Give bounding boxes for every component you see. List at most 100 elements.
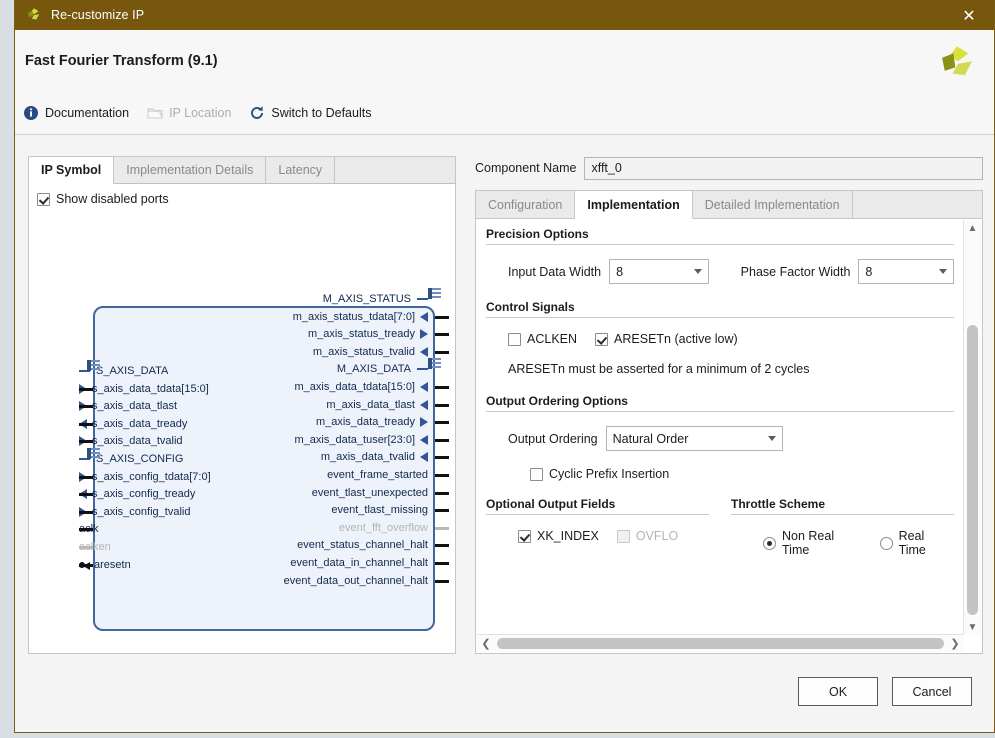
input-data-width-select[interactable]: 8 — [609, 259, 709, 284]
implementation-pane: Precision Options Input Data Width 8 Pha… — [476, 219, 982, 653]
symbol-port-label: s_axis_config_tdata[7:0] — [92, 470, 211, 483]
symbol-port-label: event_data_out_channel_halt — [283, 574, 428, 587]
symbol-port-label: S_AXIS_DATA — [96, 365, 169, 377]
tab-latency-label: Latency — [278, 163, 323, 177]
throttle-scheme-title: Throttle Scheme — [731, 497, 954, 515]
symbol-port-label: event_tlast_unexpected — [311, 486, 428, 499]
documentation-label: Documentation — [45, 106, 130, 120]
symbol-port-left: s_axis_config_tdata[7:0] — [79, 470, 211, 484]
implementation-pane-content: Precision Options Input Data Width 8 Pha… — [476, 219, 964, 635]
real-time-radio-row[interactable]: Real Time — [879, 529, 954, 557]
port-direction-icon — [420, 346, 428, 357]
symbol-port-label: event_frame_started — [327, 469, 428, 481]
cyclic-prefix-row: Cyclic Prefix Insertion — [486, 467, 954, 481]
ovflo-checkbox — [616, 529, 630, 543]
ovflo-label: OVFLO — [635, 529, 679, 543]
symbol-port-right: M_AXIS_STATUS — [323, 292, 428, 306]
symbol-port-label: M_AXIS_STATUS — [322, 293, 411, 305]
scroll-right-icon[interactable]: ❯ — [946, 637, 964, 650]
aresetn-checkbox-row[interactable]: ARESETn (active low) — [595, 332, 738, 346]
port-direction-icon — [420, 311, 428, 322]
symbol-port-label: event_status_channel_halt — [297, 539, 428, 552]
symbol-port-label: m_axis_status_tready — [308, 328, 415, 341]
symbol-port-label: s_axis_config_tvalid — [92, 505, 191, 518]
output-ordering-title: Output Ordering Options — [486, 394, 954, 412]
ovflo-checkbox-row: OVFLO — [616, 529, 679, 543]
cyclic-prefix-checkbox[interactable] — [530, 467, 543, 481]
phase-factor-width-select[interactable]: 8 — [858, 259, 954, 284]
horizontal-scroll-thumb[interactable] — [497, 638, 944, 649]
output-ordering-select[interactable]: Natural Order — [605, 426, 783, 451]
port-direction-icon — [420, 434, 428, 445]
precision-options-title: Precision Options — [486, 227, 954, 245]
input-data-width-value: 8 — [616, 264, 624, 279]
chevron-down-icon — [767, 436, 776, 441]
close-icon[interactable]: ✕ — [954, 0, 984, 30]
non-real-time-radio[interactable] — [763, 536, 776, 550]
throttle-scheme-group: Throttle Scheme Non Real Time Real Time — [731, 497, 954, 563]
aresetn-note: ARESETn must be asserted for a minimum o… — [508, 362, 810, 376]
ip-symbol-panel: IP Symbol Implementation Details Latency… — [28, 156, 456, 654]
symbol-port-label: s_axis_data_tlast — [92, 400, 177, 413]
ip-symbol-diagram: S_AXIS_DATA s_axis_data_tdata[15:0] s_axis… — [29, 184, 455, 653]
header-toolbar: Documentation IP Location Switch to Defa… — [23, 105, 371, 121]
config-horizontal-scrollbar[interactable]: ❮ ❯ — [477, 634, 964, 652]
symbol-port-left: s_axis_data_tready — [79, 417, 187, 431]
tab-implementation-details-label: Implementation Details — [126, 163, 254, 177]
optional-output-fields-title: Optional Output Fields — [486, 497, 709, 515]
tab-configuration-label: Configuration — [488, 197, 563, 212]
symbol-port-right: event_fft_overflow — [339, 521, 428, 535]
optional-output-fields-row: XK_INDEX OVFLO — [486, 529, 709, 543]
ok-button[interactable]: OK — [798, 677, 878, 706]
symbol-port-label: m_axis_data_tlast — [326, 398, 415, 411]
scroll-down-icon[interactable]: ▼ — [964, 619, 981, 635]
cancel-button[interactable]: Cancel — [892, 677, 972, 706]
phase-factor-width-label: Phase Factor Width — [740, 264, 851, 279]
symbol-port-left: s_axis_data_tdata[15:0] — [79, 382, 209, 396]
symbol-port-label: M_AXIS_DATA — [336, 363, 411, 376]
switch-to-defaults-label: Switch to Defaults — [271, 106, 372, 120]
ip-title: Fast Fourier Transform (9.1) — [25, 53, 218, 69]
config-vertical-scrollbar[interactable]: ▲ ▼ — [963, 220, 981, 635]
tab-configuration[interactable]: Configuration — [476, 191, 576, 218]
control-signals-row: ACLKEN ARESETn (active low) — [486, 332, 954, 346]
config-tabstrip: Configuration Implementation Detailed Im… — [476, 191, 982, 219]
dialog-header: Fast Fourier Transform (9.1) Documentati… — [15, 30, 994, 135]
component-name-input[interactable]: xfft_0 — [584, 156, 983, 180]
symbol-port-left: s_axis_data_tlast — [79, 399, 177, 413]
dialog-body: IP Symbol Implementation Details Latency… — [15, 136, 994, 732]
left-tabstrip: IP Symbol Implementation Details Latency — [28, 156, 456, 184]
aresetn-label: ARESETn (active low) — [614, 332, 738, 346]
documentation-button[interactable]: Documentation — [23, 105, 129, 121]
symbol-port-label: event_tlast_missing — [331, 504, 428, 517]
xk-index-checkbox-row[interactable]: XK_INDEX — [518, 529, 599, 543]
input-data-width-label: Input Data Width — [508, 264, 602, 279]
symbol-port-label: m_axis_status_tvalid — [312, 345, 415, 358]
scroll-left-icon[interactable]: ❮ — [477, 637, 495, 650]
switch-to-defaults-button[interactable]: Switch to Defaults — [249, 105, 371, 121]
real-time-radio[interactable] — [879, 536, 893, 550]
symbol-port-label: m_axis_data_tdata[15:0] — [294, 381, 415, 393]
vertical-scroll-thumb[interactable] — [967, 325, 978, 615]
symbol-port-label: event_fft_overflow — [338, 521, 428, 534]
non-real-time-radio-row[interactable]: Non Real Time — [763, 529, 864, 557]
cyclic-prefix-checkbox-row[interactable]: Cyclic Prefix Insertion — [530, 467, 669, 481]
tab-latency[interactable]: Latency — [266, 157, 336, 183]
tab-implementation-details[interactable]: Implementation Details — [114, 157, 267, 183]
port-direction-icon — [420, 382, 428, 392]
aclken-checkbox[interactable] — [508, 332, 521, 346]
symbol-port-label: s_axis_data_tdata[15:0] — [92, 382, 209, 395]
aclken-checkbox-row[interactable]: ACLKEN — [508, 332, 577, 346]
aresetn-checkbox[interactable] — [595, 332, 609, 346]
scroll-up-icon[interactable]: ▲ — [964, 220, 981, 236]
tab-ip-symbol[interactable]: IP Symbol — [29, 157, 115, 184]
chevron-down-icon — [693, 269, 702, 274]
config-tabs-container: Configuration Implementation Detailed Im… — [475, 190, 983, 654]
symbol-port-label: m_axis_status_tdata[7:0] — [292, 310, 415, 323]
dialog-title: Re-customize IP — [51, 8, 145, 22]
xilinx-brand-logo — [942, 46, 972, 76]
output-ordering-label: Output Ordering — [508, 431, 598, 446]
xk-index-checkbox[interactable] — [518, 529, 531, 543]
tab-detailed-implementation[interactable]: Detailed Implementation — [693, 191, 853, 218]
tab-implementation[interactable]: Implementation — [575, 191, 693, 219]
